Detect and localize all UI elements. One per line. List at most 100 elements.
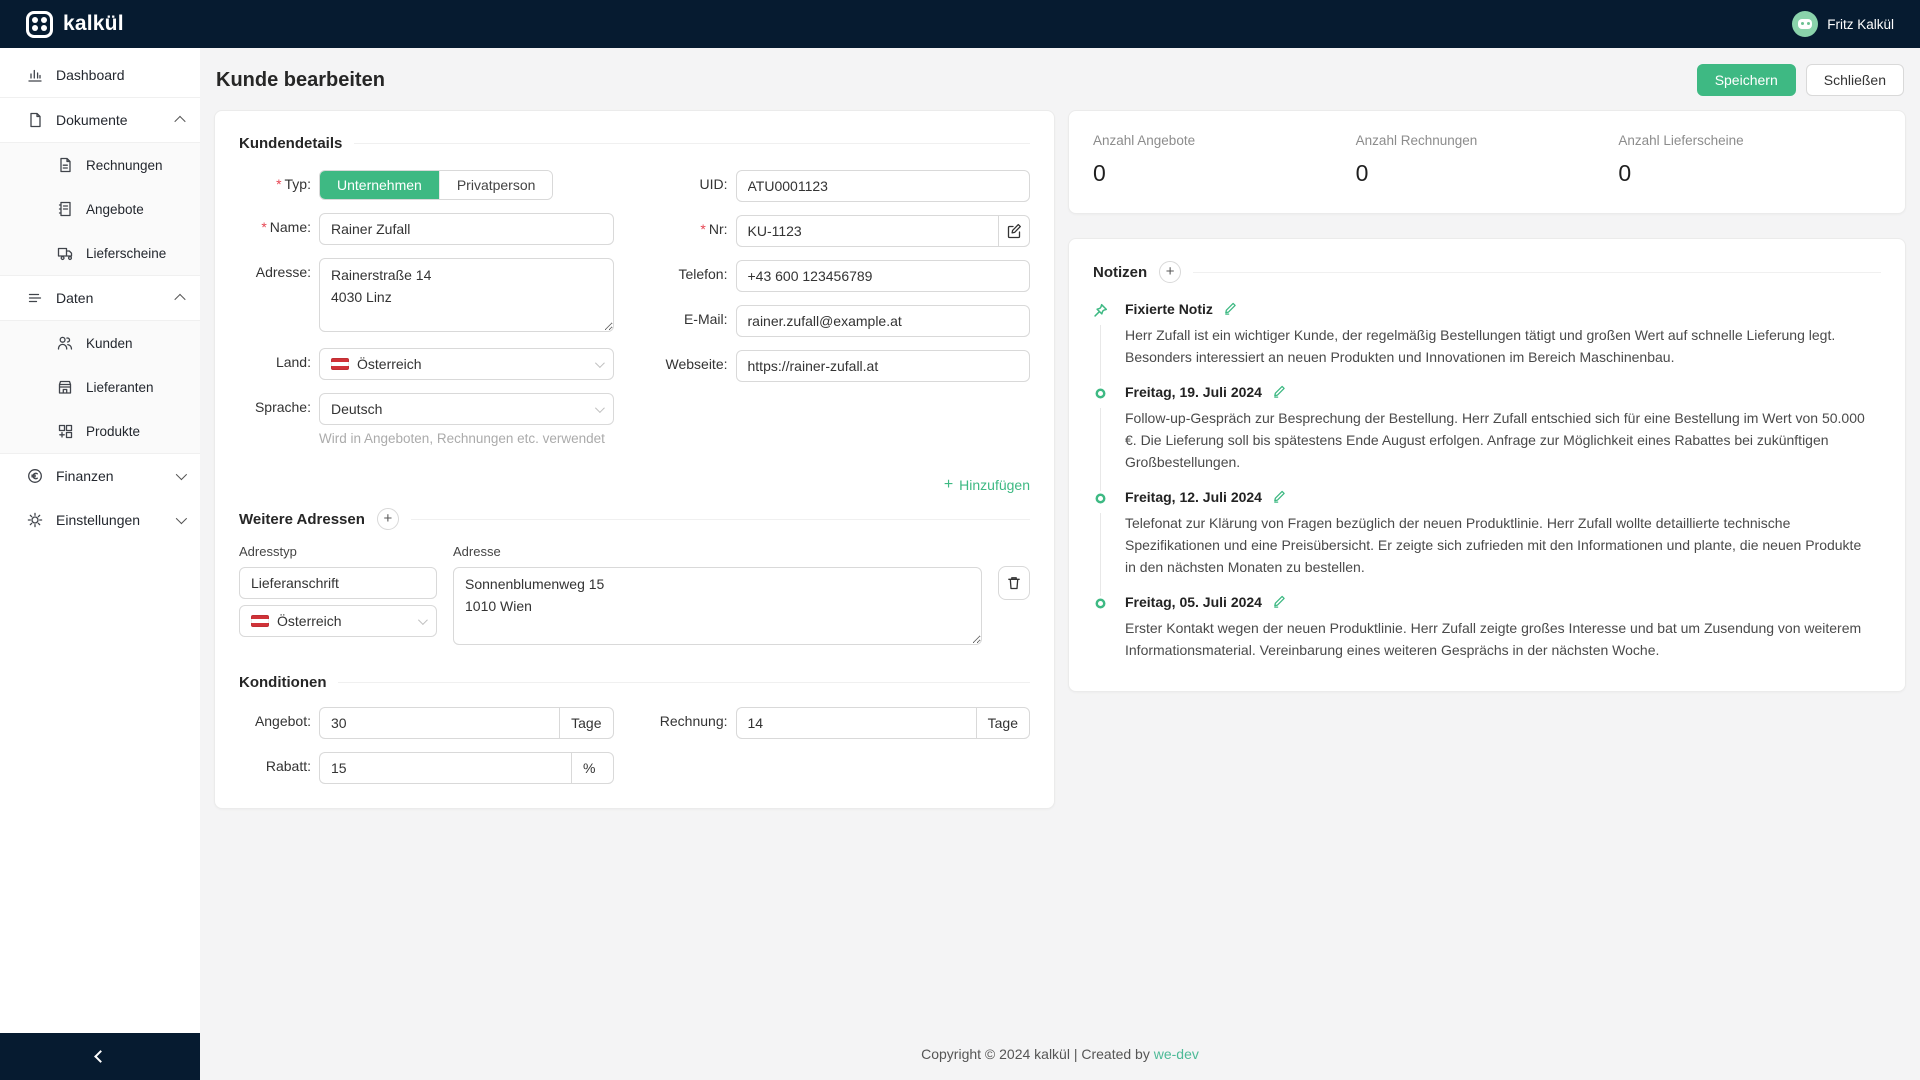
edit-note-button[interactable] [1223, 301, 1239, 317]
app-root: kalkül Fritz Kalkül Dashboard Dokumente … [0, 0, 1920, 1080]
edit-note-button[interactable] [1272, 489, 1288, 505]
sidebar-item-rechnungen[interactable]: Rechnungen [0, 143, 200, 187]
main-content: Kunde bearbeiten Speichern Schließen Kun… [200, 48, 1920, 1080]
webseite-label: Webseite: [665, 356, 728, 372]
sidebar-item-angebote[interactable]: Angebote [0, 187, 200, 231]
close-button[interactable]: Schließen [1805, 64, 1904, 96]
user-menu[interactable]: Fritz Kalkül [1792, 11, 1894, 37]
sidebar-collapse-button[interactable] [0, 1033, 200, 1080]
brand: kalkül [26, 10, 124, 38]
section-rule [1193, 271, 1881, 273]
user-avatar-icon [1792, 11, 1819, 37]
adresstyp-column-label: Adresstyp [239, 544, 297, 559]
typ-label: * Typ: [276, 176, 311, 192]
telefon-input[interactable] [735, 260, 1030, 292]
section-title-notizen: Notizen [1093, 263, 1148, 281]
chevron-up-icon [174, 115, 186, 128]
chevron-down-icon [594, 357, 605, 368]
rabatt-unit-select[interactable]: % [571, 752, 614, 784]
products-grid-icon [56, 423, 73, 440]
note-item: Fixierte Notiz Herr Zufall ist ein wicht… [1093, 301, 1881, 386]
document-icon [26, 112, 43, 129]
angebot-input[interactable] [319, 707, 560, 739]
chevron-down-icon [175, 468, 188, 481]
weitere-adresse-textarea[interactable]: Sonnenblumenweg 15 1010 Wien [453, 567, 982, 645]
chevron-left-icon [93, 1050, 107, 1063]
angebot-label: Angebot: [254, 713, 311, 729]
list-lines-icon [26, 290, 43, 307]
email-input[interactable] [735, 305, 1030, 337]
timeline-dot-icon [1093, 491, 1108, 506]
nr-edit-button[interactable] [998, 215, 1030, 247]
footer: Copyright © 2024 kalkül | Created by we-… [214, 1032, 1906, 1080]
rechnung-unit: Tage [975, 707, 1030, 739]
sidebar-group-dokumente: Rechnungen Angebote Lieferscheine [0, 142, 200, 276]
sidebar-item-lieferscheine[interactable]: Lieferscheine [0, 231, 200, 275]
truck-icon [56, 245, 73, 262]
adresstyp-input[interactable] [239, 567, 437, 599]
rabatt-input[interactable] [319, 752, 572, 784]
typ-option-privatperson[interactable]: Privatperson [438, 171, 553, 199]
euro-circle-icon [26, 468, 43, 485]
required-asterisk: * [700, 221, 706, 237]
chevron-down-icon [417, 614, 428, 625]
stat-angebote-value: 0 [1093, 160, 1106, 186]
typ-segmented-control: Unternehmen Privatperson [319, 170, 554, 200]
section-title-konditionen: Konditionen [239, 674, 327, 691]
sprache-label: Sprache: [254, 399, 311, 415]
section-rule [410, 518, 1030, 520]
bar-chart-icon [26, 67, 43, 84]
sidebar-item-produkte[interactable]: Produkte [0, 409, 200, 453]
save-button[interactable]: Speichern [1696, 64, 1796, 96]
sidebar-item-einstellungen[interactable]: Einstellungen [0, 498, 200, 542]
section-title-weitere-adressen: Weitere Adressen [239, 510, 365, 528]
stat-rechnungen-value: 0 [1355, 160, 1369, 186]
ledger-icon [56, 201, 73, 218]
sidebar-item-finanzen[interactable]: Finanzen [0, 454, 200, 498]
edit-square-icon [1007, 223, 1021, 239]
rechnung-input[interactable] [735, 707, 976, 739]
stat-rechnungen: Anzahl Rechnungen 0 [1356, 133, 1619, 187]
page-title: Kunde bearbeiten [216, 68, 385, 91]
nr-input[interactable] [735, 215, 998, 247]
stats-card: Anzahl Angebote 0 Anzahl Rechnungen 0 An… [1068, 110, 1906, 214]
email-label: E-Mail: [683, 311, 728, 327]
pencil-icon [1274, 595, 1286, 608]
webseite-input[interactable] [735, 350, 1030, 382]
typ-option-unternehmen[interactable]: Unternehmen [320, 171, 439, 199]
pencil-icon [1274, 490, 1286, 503]
land-label: Land: [275, 354, 311, 370]
sidebar-item-dokumente[interactable]: Dokumente [0, 98, 200, 142]
sidebar-item-dashboard[interactable]: Dashboard [0, 53, 200, 97]
note-item: Freitag, 05. Juli 2024 Erster Kontakt we… [1093, 594, 1881, 665]
address-land-select[interactable]: Österreich [239, 605, 437, 637]
edit-note-button[interactable] [1272, 384, 1288, 400]
sidebar-nav: Dashboard Dokumente Rechnungen Angebote … [0, 48, 200, 1033]
add-address-plus-button[interactable] [376, 508, 399, 530]
adresse-textarea[interactable]: Rainerstraße 14 4030 Linz [319, 258, 614, 332]
sidebar-item-kunden[interactable]: Kunden [0, 321, 200, 365]
edit-note-button[interactable] [1272, 594, 1288, 610]
name-label: * Name: [261, 219, 311, 235]
uid-input[interactable] [735, 170, 1030, 202]
land-select[interactable]: Österreich [319, 348, 614, 380]
people-icon [56, 335, 73, 352]
trash-icon [1008, 577, 1020, 590]
section-rule [354, 143, 1030, 144]
austria-flag-icon [331, 358, 349, 370]
name-input[interactable] [319, 213, 614, 245]
rabatt-label: Rabatt: [265, 758, 311, 774]
stat-angebote: Anzahl Angebote 0 [1093, 133, 1356, 187]
pin-icon [1093, 303, 1108, 318]
rechnung-label: Rechnung: [659, 713, 728, 729]
note-item: Freitag, 19. Juli 2024 Follow-up-Gespräc… [1093, 384, 1881, 491]
sidebar-item-daten[interactable]: Daten [0, 276, 200, 320]
sprache-select[interactable]: Deutsch [319, 393, 614, 425]
we-dev-link[interactable]: we-dev [1154, 1046, 1199, 1062]
uid-label: UID: [699, 176, 728, 192]
add-note-button[interactable] [1159, 261, 1182, 283]
delete-address-button[interactable] [998, 566, 1030, 600]
add-address-link[interactable]: Hinzufügen [944, 476, 1030, 494]
brand-name: kalkül [63, 12, 124, 35]
sidebar-item-lieferanten[interactable]: Lieferanten [0, 365, 200, 409]
